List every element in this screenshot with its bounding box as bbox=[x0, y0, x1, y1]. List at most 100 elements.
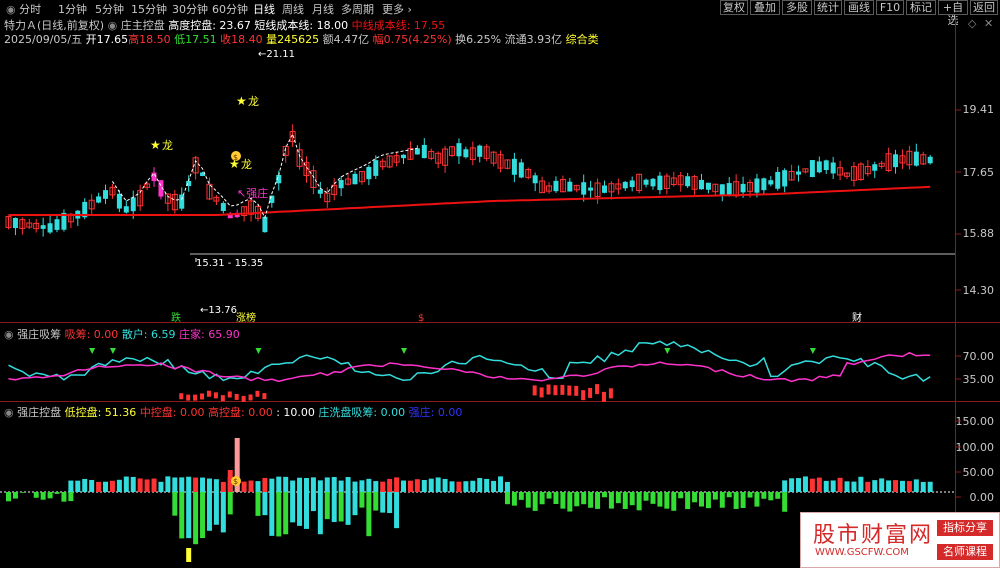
candle-body bbox=[622, 181, 628, 189]
high-price-label: ←21.11 bbox=[258, 49, 295, 60]
kline-chart[interactable]: ←21.11 15.31 - 15.35 ←13.76 ★ 龙 ★ 龙 ★ 龙 … bbox=[0, 0, 1000, 568]
wash-bar bbox=[761, 492, 767, 499]
candle-body bbox=[719, 184, 725, 195]
candle-body bbox=[421, 144, 427, 159]
candle-body bbox=[823, 160, 829, 171]
candle-body bbox=[782, 170, 788, 187]
candle-body bbox=[761, 178, 767, 191]
wash-bar bbox=[685, 492, 691, 510]
xichou-bar bbox=[220, 395, 225, 402]
candle-body bbox=[54, 219, 60, 230]
candle-body bbox=[740, 183, 746, 193]
control-bar bbox=[470, 480, 476, 492]
control-bar bbox=[782, 480, 788, 492]
dollar-label: $ bbox=[233, 477, 238, 486]
control-bar bbox=[893, 480, 899, 492]
die-marker: 跌 bbox=[171, 311, 181, 324]
wash-bar bbox=[553, 492, 559, 505]
xichou-bar bbox=[608, 388, 613, 399]
wash-bar bbox=[303, 492, 309, 529]
wash-bar bbox=[47, 492, 53, 499]
candle-body bbox=[567, 181, 573, 192]
wash-bar bbox=[518, 492, 524, 500]
candle-body bbox=[553, 180, 559, 192]
control-bar bbox=[75, 480, 81, 492]
candle-body bbox=[456, 143, 462, 157]
xichou-bar bbox=[560, 384, 565, 395]
candle-body bbox=[532, 175, 538, 184]
control-bar bbox=[809, 478, 815, 492]
wash-bar bbox=[269, 492, 275, 536]
candle-body bbox=[352, 173, 358, 185]
wash-bar bbox=[588, 492, 594, 508]
wash-bar bbox=[61, 492, 67, 502]
control-bar bbox=[151, 478, 157, 492]
wash-bar bbox=[601, 492, 607, 498]
logo-tag-share: 指标分享 bbox=[937, 520, 993, 536]
control-bar bbox=[186, 476, 192, 492]
zhangbang-marker: 涨榜 bbox=[236, 311, 256, 324]
wash-bar bbox=[54, 492, 60, 494]
xichou-bar bbox=[262, 393, 267, 400]
wash-bar bbox=[220, 492, 226, 533]
candle-body bbox=[317, 189, 323, 194]
control-bar bbox=[802, 476, 808, 492]
control-bar bbox=[200, 477, 206, 492]
wash-bar bbox=[560, 492, 566, 509]
wash-bar bbox=[532, 492, 538, 511]
control-bar bbox=[816, 477, 822, 492]
wash-bar bbox=[671, 492, 677, 511]
control-bar bbox=[158, 481, 164, 492]
control-bar bbox=[137, 478, 143, 492]
wash-bar bbox=[581, 492, 587, 505]
xichou-bar bbox=[200, 393, 205, 400]
candle-body bbox=[643, 179, 649, 185]
xichou-bar bbox=[601, 391, 606, 402]
wash-bar bbox=[615, 492, 621, 504]
control-bar bbox=[913, 479, 919, 492]
control-bar bbox=[865, 481, 871, 492]
wash-bar bbox=[567, 492, 573, 512]
wash-bar bbox=[657, 492, 663, 507]
xichou-bar bbox=[574, 385, 579, 396]
control-bar bbox=[927, 481, 933, 492]
control-bar bbox=[837, 477, 843, 492]
control-bar bbox=[435, 477, 441, 492]
control-bar bbox=[213, 479, 219, 492]
xichou-bar bbox=[567, 385, 572, 396]
dollar-label: $ bbox=[233, 153, 238, 162]
wash-bar bbox=[283, 492, 289, 535]
wash-bar bbox=[206, 492, 212, 531]
candle-body bbox=[913, 151, 919, 166]
xichou-bar bbox=[186, 394, 191, 401]
logo-url: WWW.GSCFW.COM bbox=[815, 547, 909, 558]
wash-bar bbox=[255, 492, 261, 516]
candle-body bbox=[581, 182, 587, 195]
xichou-bar bbox=[539, 387, 544, 398]
control-bar bbox=[906, 481, 912, 492]
candle-body bbox=[338, 180, 344, 189]
wash-bar bbox=[768, 492, 774, 501]
strong-label: ↖强庄 bbox=[237, 186, 268, 200]
candle-body bbox=[796, 171, 802, 175]
signal-triangle bbox=[255, 348, 262, 354]
star-icon: ★ bbox=[236, 94, 247, 108]
wash-bar bbox=[754, 492, 760, 507]
control-bar bbox=[366, 478, 372, 492]
candle-body bbox=[220, 203, 226, 212]
wash-bar bbox=[227, 492, 233, 515]
wash-bar bbox=[359, 492, 365, 508]
candle-body bbox=[830, 162, 836, 174]
candle-body bbox=[754, 178, 760, 193]
signal-triangle bbox=[809, 348, 816, 354]
signal-triangle bbox=[401, 348, 408, 354]
candle-body bbox=[269, 195, 275, 203]
wash-bar bbox=[172, 492, 178, 516]
sanhu-line bbox=[8, 340, 931, 382]
control-bar bbox=[345, 477, 351, 492]
wash-bar bbox=[338, 492, 344, 522]
control-bar bbox=[394, 477, 400, 492]
wash-bar bbox=[525, 492, 531, 508]
control-bar bbox=[844, 481, 850, 492]
control-bar bbox=[421, 480, 427, 492]
